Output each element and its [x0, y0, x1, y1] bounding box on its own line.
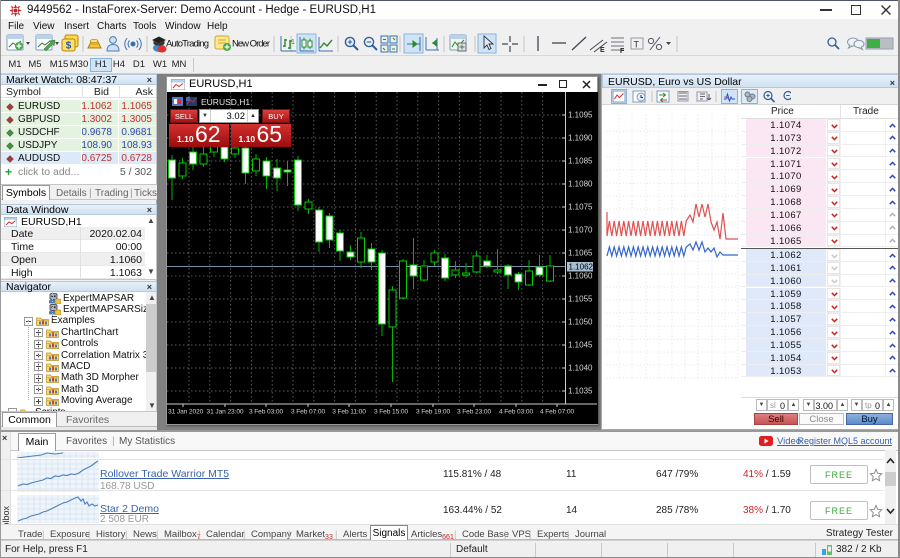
svg-text:1.1035: 1.1035	[568, 387, 593, 396]
svg-text:3 Feb 19:00: 3 Feb 19:00	[416, 409, 451, 416]
svg-text:1: 1	[291, 39, 295, 46]
svg-text:31 Jan 23:00: 31 Jan 23:00	[207, 409, 244, 416]
svg-text:4 Feb 07:00: 4 Feb 07:00	[540, 409, 575, 416]
svg-text:3 Feb 23:00: 3 Feb 23:00	[457, 409, 492, 416]
svg-text:F: F	[620, 48, 625, 55]
svg-text:3 Feb 03:00: 3 Feb 03:00	[249, 409, 284, 416]
svg-text:1.1050: 1.1050	[568, 318, 593, 327]
svg-text:1.1055: 1.1055	[568, 295, 593, 304]
svg-text:3 Feb 15:00: 3 Feb 15:00	[374, 409, 409, 416]
svg-text:1.1065: 1.1065	[568, 249, 593, 258]
svg-text:EURUSD,H1: EURUSD,H1	[201, 97, 250, 107]
svg-text:T: T	[634, 40, 640, 50]
svg-text:1.1080: 1.1080	[568, 180, 593, 189]
svg-text:1.1070: 1.1070	[568, 226, 593, 235]
svg-text:E: E	[600, 47, 605, 54]
svg-text:1.1085: 1.1085	[568, 157, 593, 166]
svg-text:1.1060: 1.1060	[568, 272, 593, 281]
svg-text:AutoTrading: AutoTrading	[166, 39, 209, 50]
svg-text:1.1075: 1.1075	[568, 203, 593, 212]
svg-text:1.1062: 1.1062	[569, 263, 594, 272]
svg-text:3 Feb 07:00: 3 Feb 07:00	[291, 409, 326, 416]
svg-text:New Order: New Order	[232, 39, 270, 50]
svg-text:1.1040: 1.1040	[568, 364, 593, 373]
svg-text:1.1045: 1.1045	[568, 341, 593, 350]
svg-text:$: $	[66, 41, 72, 52]
svg-text:1.1095: 1.1095	[568, 111, 593, 120]
svg-text:4 Feb 03:00: 4 Feb 03:00	[499, 409, 534, 416]
svg-text:3 Feb 11:00: 3 Feb 11:00	[332, 409, 366, 416]
svg-text:31 Jan 2020: 31 Jan 2020	[168, 409, 204, 416]
svg-text:1.1090: 1.1090	[568, 134, 593, 143]
